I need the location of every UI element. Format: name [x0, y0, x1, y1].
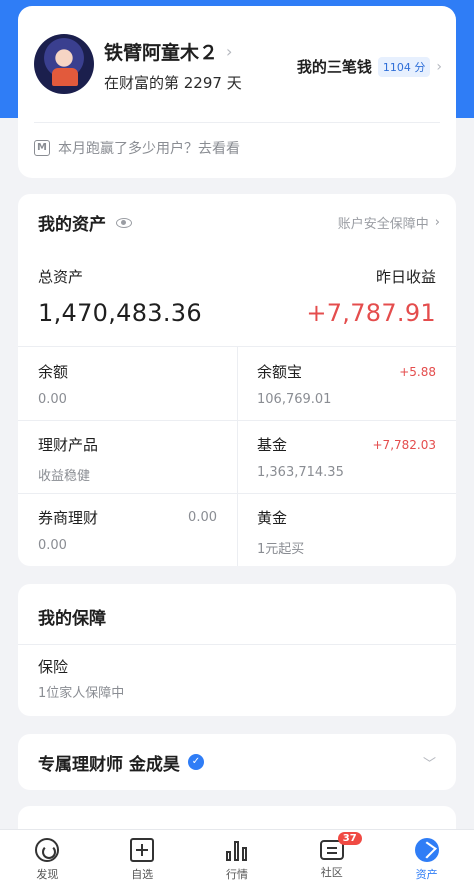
asset-value: 0.00 — [38, 538, 67, 553]
totals[interactable]: 总资产 昨日收益 1,470,483.36 +7,787.91 — [38, 266, 436, 327]
three-money-label: 我的三笔钱 — [296, 58, 372, 76]
points-badge: 1104 分 — [377, 56, 431, 77]
asset-grid: 余额 0.00 余额宝 +5.88 106,769.01 理财产品 收益稳健 基金… — [18, 346, 456, 566]
bar-chart-icon — [225, 838, 249, 862]
total-value: 1,470,483.36 — [38, 299, 202, 327]
advisor-title: 专属理财师 金成昊 — [38, 754, 180, 775]
asset-change: 0.00 — [188, 510, 217, 525]
tab-assets[interactable]: 资产 — [379, 830, 474, 895]
asset-name: 券商理财 — [38, 509, 99, 527]
asset-name: 理财产品 — [38, 436, 99, 454]
tab-market[interactable]: 行情 — [190, 830, 285, 895]
insurance-item-sub: 1位家人保障中 — [38, 686, 125, 701]
divider — [34, 122, 440, 123]
chevron-right-icon: › — [226, 42, 233, 61]
avatar[interactable] — [34, 34, 94, 94]
yesterday-value: +7,787.91 — [306, 299, 436, 327]
profile-card: 铁臂阿童木２ › 在财富的第 2297 天 我的三笔钱 1104 分 › M 本… — [18, 6, 456, 178]
tab-community[interactable]: 37 社区 — [284, 830, 379, 895]
assets-title: 我的资产 — [38, 215, 106, 235]
asset-name: 余额 — [38, 363, 69, 381]
asset-value: 收益稳健 — [38, 469, 91, 484]
tab-label: 资产 — [415, 868, 438, 881]
security-text: 账户安全保障中 — [337, 217, 429, 232]
eye-icon[interactable] — [116, 217, 132, 228]
asset-name: 基金 — [257, 436, 288, 454]
asset-value: 1,363,714.35 — [257, 465, 344, 480]
tab-label: 发现 — [36, 868, 59, 881]
chevron-right-icon: › — [436, 58, 442, 75]
total-label: 总资产 — [38, 268, 84, 286]
asset-item-broker[interactable]: 券商理财 0.00 0.00 — [18, 493, 237, 566]
asset-value: 0.00 — [38, 392, 67, 407]
m-icon: M — [34, 140, 50, 156]
tab-watchlist[interactable]: 自选 — [95, 830, 190, 895]
insurance-item-name[interactable]: 保险 — [38, 656, 68, 677]
chevron-down-icon[interactable]: ﹀ — [423, 753, 436, 772]
run-prompt-link[interactable]: M 本月跑赢了多少用户？去看看 — [34, 138, 240, 158]
bottom-tab-bar: 发现 自选 行情 37 社区 资产 — [0, 829, 474, 895]
insurance-card: 我的保障 保险 1位家人保障中 — [18, 584, 456, 716]
chevron-right-icon: › — [434, 215, 440, 230]
add-square-icon — [130, 838, 155, 862]
asset-change: +5.88 — [399, 364, 436, 379]
run-prompt-text: 本月跑赢了多少用户？去看看 — [58, 141, 240, 157]
asset-item-yuebao[interactable]: 余额宝 +5.88 106,769.01 — [237, 347, 456, 420]
asset-name: 余额宝 — [257, 363, 303, 381]
asset-name: 黄金 — [257, 509, 288, 527]
asset-change: +7,782.03 — [372, 437, 437, 452]
wealth-days: 在财富的第 2297 天 — [104, 74, 242, 92]
tab-label: 社区 — [320, 866, 343, 879]
security-link[interactable]: 账户安全保障中 › — [338, 213, 440, 232]
tab-label: 自选 — [131, 868, 154, 881]
asset-item-wealth-products[interactable]: 理财产品 收益稳健 — [18, 420, 237, 493]
asset-item-fund[interactable]: 基金 +7,782.03 1,363,714.35 — [237, 420, 456, 493]
advisor-card[interactable]: 专属理财师 金成昊 ✓ ﹀ — [18, 734, 456, 790]
three-money-button[interactable]: 我的三笔钱 1104 分 › — [297, 56, 442, 77]
assets-card: 我的资产 账户安全保障中 › 总资产 昨日收益 1,470,483.36 +7,… — [18, 194, 456, 566]
verified-icon: ✓ — [187, 754, 204, 770]
asset-value: 1元起买 — [257, 542, 305, 557]
asset-value: 106,769.01 — [257, 392, 332, 407]
insurance-title: 我的保障 — [38, 609, 106, 629]
asset-item-balance[interactable]: 余额 0.00 — [18, 347, 237, 420]
tab-label: 行情 — [225, 868, 248, 881]
notification-badge: 37 — [337, 832, 362, 845]
tab-discover[interactable]: 发现 — [0, 830, 95, 895]
discover-icon — [35, 838, 60, 862]
asset-item-gold[interactable]: 黄金 1元起买 — [237, 493, 456, 566]
username: 铁臂阿童木２ — [104, 42, 219, 64]
username-link[interactable]: 铁臂阿童木２ › — [104, 38, 232, 65]
divider — [18, 644, 456, 645]
yesterday-label: 昨日收益 — [375, 268, 436, 286]
trend-up-icon — [414, 838, 439, 862]
